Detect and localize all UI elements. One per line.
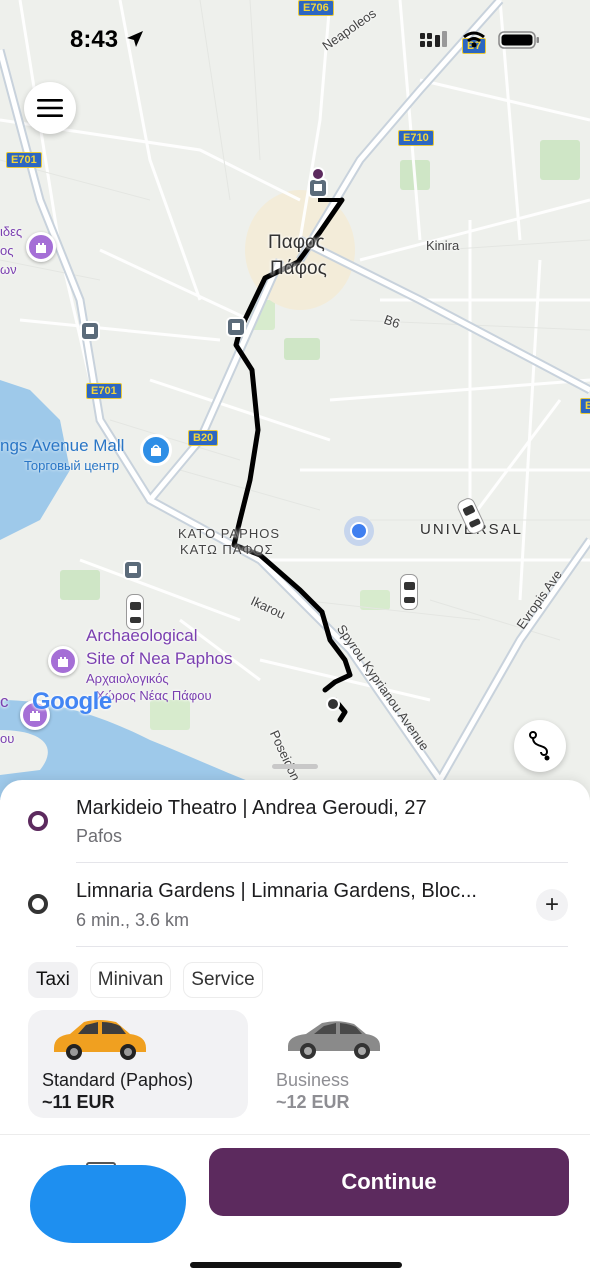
district-label-latin: KATO PAPHOS xyxy=(178,526,281,541)
taxi-car-icon xyxy=(400,574,418,610)
map-view[interactable]: E706 E710 E701 E701 B20 B7 E Neapoleos Π… xyxy=(0,0,590,800)
city-label-alt: Πάφος xyxy=(270,258,327,279)
mall-label-sub: Торговый центр xyxy=(24,458,120,473)
payment-method-button[interactable] xyxy=(30,1165,186,1243)
location-arrow-icon xyxy=(126,31,143,47)
plus-icon: + xyxy=(544,891,559,918)
fare-price: ~12 EUR xyxy=(276,1092,350,1112)
route-icon xyxy=(529,731,550,761)
road-shield-b20: B20 xyxy=(188,430,219,446)
destination-marker-icon xyxy=(326,697,340,711)
pickup-marker-icon xyxy=(311,167,325,181)
road-shield-e710: E710 xyxy=(398,130,434,146)
google-logo: Google xyxy=(32,688,112,716)
pickup-address: Markideio Theatro | Andrea Geroudi, 27 xyxy=(76,797,427,819)
shopping-bag-icon[interactable] xyxy=(140,434,172,466)
sheet-drag-handle[interactable] xyxy=(272,764,318,769)
fare-option-standard[interactable]: Standard (Paphos) ~11 EUR xyxy=(28,1010,248,1118)
vehicle-class-tabs: Taxi Minivan Service xyxy=(28,962,263,998)
road-shield-e701: E701 xyxy=(6,152,42,168)
mall-label: ngs Avenue Mall xyxy=(0,436,125,455)
poi-label-left-4: c xyxy=(0,692,9,711)
google-logo-text: Google xyxy=(32,688,112,715)
menu-button[interactable] xyxy=(24,82,76,134)
poi-label-left-1: ιδες xyxy=(0,224,23,239)
city-label: Παφος xyxy=(268,232,325,253)
home-indicator xyxy=(190,1262,402,1268)
poi-label-archaeo-sub: Αρχαιολογικός xyxy=(86,671,169,686)
taxi-car-icon xyxy=(126,594,144,630)
poi-label-left-2: ος xyxy=(0,243,14,258)
district-label-greek: ΚΑΤΩ ΠΑΦΟΣ xyxy=(180,542,274,557)
divider xyxy=(76,862,568,863)
user-location-icon xyxy=(344,516,374,546)
bus-stop-icon[interactable] xyxy=(226,317,246,337)
fare-name: Business xyxy=(276,1070,350,1090)
poi-label-left-3: ων xyxy=(0,262,17,277)
taxi-car-image-icon xyxy=(54,1020,146,1060)
add-stop-button[interactable]: + xyxy=(536,889,568,921)
route-overview-button[interactable] xyxy=(514,720,566,772)
business-car-image-icon xyxy=(288,1021,380,1059)
status-time-text: 8:43 xyxy=(70,26,119,53)
status-icons xyxy=(420,30,540,50)
continue-button[interactable]: Continue xyxy=(209,1148,569,1216)
road-shield-e: E xyxy=(580,398,590,414)
pickup-city: Pafos xyxy=(76,826,123,846)
road-shield-e701-b: E701 xyxy=(86,383,122,399)
fare-price: ~11 EUR xyxy=(42,1092,115,1112)
wifi-icon xyxy=(463,31,485,48)
battery-icon xyxy=(498,31,539,49)
castle-poi-icon[interactable] xyxy=(48,646,78,676)
tab-taxi[interactable]: Taxi xyxy=(28,962,78,998)
status-time: 8:43 xyxy=(70,26,145,54)
bus-stop-icon[interactable] xyxy=(308,178,328,198)
tab-minivan[interactable]: Minivan xyxy=(89,962,172,998)
poi-label-archaeo-sub-2: Χώρος Νέας Πάφου xyxy=(96,688,212,703)
pickup-dot-icon xyxy=(28,811,48,831)
destination-dot-icon xyxy=(28,894,48,914)
destination-address: Limnaria Gardens | Limnaria Gardens, Blo… xyxy=(76,880,477,902)
bus-stop-icon[interactable] xyxy=(80,321,100,341)
trip-eta-distance: 6 min., 3.6 km xyxy=(76,910,190,930)
poi-label-left-5: ου xyxy=(0,731,15,746)
hamburger-menu-icon xyxy=(37,99,63,117)
fare-option-business[interactable]: Business ~12 EUR xyxy=(262,1010,482,1118)
tab-service[interactable]: Service xyxy=(183,962,263,998)
cellular-signal-icon xyxy=(420,31,447,47)
divider xyxy=(76,946,568,947)
castle-poi-icon[interactable] xyxy=(26,232,56,262)
street-label-kinira: Kinira xyxy=(426,238,460,253)
bus-stop-icon[interactable] xyxy=(123,560,143,580)
poi-label-archaeo-2: Site of Nea Paphos xyxy=(86,649,233,668)
fare-name: Standard (Paphos) xyxy=(42,1070,194,1090)
road-shield-e706: E706 xyxy=(298,0,334,16)
